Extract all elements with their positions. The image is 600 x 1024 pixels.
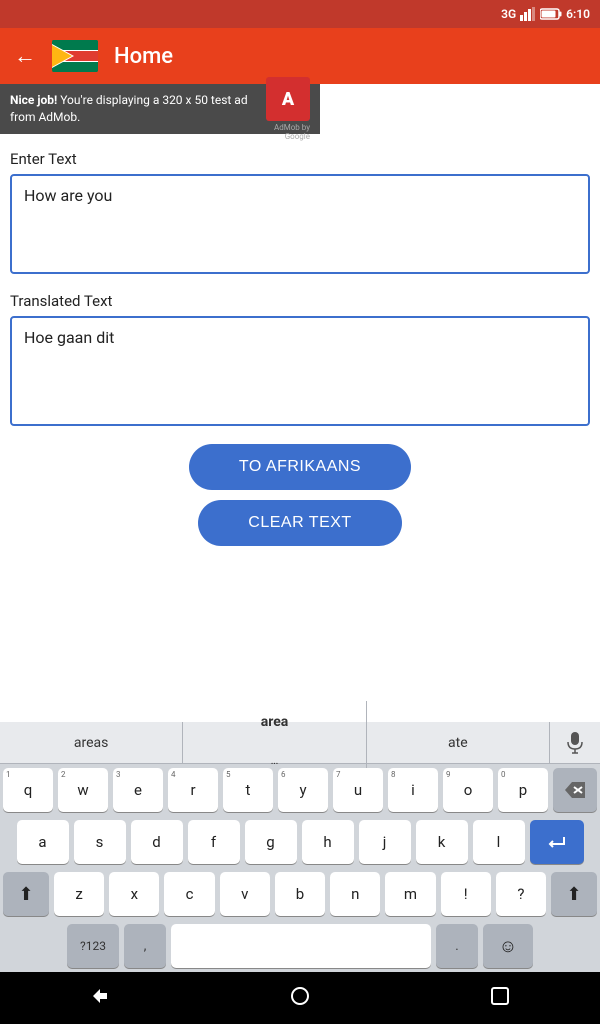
enter-key[interactable] [530, 820, 584, 864]
page-title: Home [114, 44, 173, 69]
ad-banner: Nice job! You're displaying a 320 x 50 t… [0, 84, 320, 134]
signal-indicator: 3G [501, 7, 516, 21]
key-d[interactable]: d [131, 820, 183, 864]
key-b[interactable]: b [275, 872, 325, 916]
recents-nav-icon [489, 985, 511, 1007]
key-f[interactable]: f [188, 820, 240, 864]
back-nav-icon [89, 985, 111, 1007]
key-question[interactable]: ? [496, 872, 546, 916]
key-a[interactable]: a [17, 820, 69, 864]
enter-icon [546, 834, 568, 850]
key-n[interactable]: n [330, 872, 380, 916]
key-u[interactable]: 7u [333, 768, 383, 812]
home-nav-icon [289, 985, 311, 1007]
suggestions-row: areas area ··· ate [0, 722, 600, 764]
time-display: 6:10 [566, 7, 590, 21]
key-i[interactable]: 8i [388, 768, 438, 812]
key-k[interactable]: k [416, 820, 468, 864]
enter-text-label: Enter Text [10, 150, 590, 168]
key-t[interactable]: 5t [223, 768, 273, 812]
key-h[interactable]: h [302, 820, 354, 864]
microphone-icon [566, 732, 584, 754]
shift-right-key[interactable]: ⬆ [551, 872, 597, 916]
flag-icon [52, 40, 98, 72]
keyboard-row-3: ⬆ z x c v b n m ! ? ⬆ [0, 868, 600, 920]
status-icons: 3G 6:10 [501, 7, 590, 21]
keyboard-row-1: 1q 2w 3e 4r 5t 6y 7u 8i 9o 0p [0, 764, 600, 816]
home-nav-button[interactable] [289, 985, 311, 1012]
suggestion-ate[interactable]: ate [367, 722, 550, 764]
status-bar: 3G 6:10 [0, 0, 600, 28]
enter-text-input[interactable]: How are you [10, 174, 590, 274]
key-q[interactable]: 1q [3, 768, 53, 812]
ad-text: Nice job! You're displaying a 320 x 50 t… [10, 92, 259, 126]
period-key[interactable]: . [436, 924, 478, 968]
admob-logo: A [266, 77, 310, 121]
key-m[interactable]: m [385, 872, 435, 916]
key-x[interactable]: x [109, 872, 159, 916]
key-z[interactable]: z [54, 872, 104, 916]
key-j[interactable]: j [359, 820, 411, 864]
keyboard-row-4: ?123 , . ☺ [0, 920, 600, 972]
key-c[interactable]: c [164, 872, 214, 916]
key-v[interactable]: v [220, 872, 270, 916]
comma-key[interactable]: , [124, 924, 166, 968]
shift-left-key[interactable]: ⬆ [3, 872, 49, 916]
numbers-key[interactable]: ?123 [67, 924, 119, 968]
backspace-icon [565, 782, 585, 798]
signal-bars-icon [520, 7, 536, 21]
key-r[interactable]: 4r [168, 768, 218, 812]
to-afrikaans-button[interactable]: TO AFRIKAANS [189, 444, 411, 490]
key-w[interactable]: 2w [58, 768, 108, 812]
mic-button[interactable] [550, 722, 600, 764]
key-y[interactable]: 6y [278, 768, 328, 812]
ad-by-text: AdMob by Google [259, 123, 310, 141]
suggestion-areas[interactable]: areas [0, 722, 183, 764]
back-button[interactable]: ← [14, 43, 36, 69]
key-l[interactable]: l [473, 820, 525, 864]
battery-icon [540, 8, 562, 20]
translated-text-output[interactable]: Hoe gaan dit [10, 316, 590, 426]
bottom-nav [0, 972, 600, 1024]
key-p[interactable]: 0p [498, 768, 548, 812]
key-o[interactable]: 9o [443, 768, 493, 812]
keyboard: areas area ··· ate 1q 2w 3e 4r 5t 6y 7u … [0, 722, 600, 972]
recents-nav-button[interactable] [489, 985, 511, 1012]
action-buttons: TO AFRIKAANS CLEAR TEXT [10, 444, 590, 556]
nav-bar: ← Home [0, 28, 600, 84]
key-g[interactable]: g [245, 820, 297, 864]
back-nav-button[interactable] [89, 985, 111, 1012]
translated-text-label: Translated Text [10, 292, 590, 310]
keyboard-row-2: a s d f g h j k l [0, 816, 600, 868]
backspace-key[interactable] [553, 768, 597, 812]
key-exclaim[interactable]: ! [441, 872, 491, 916]
key-e[interactable]: 3e [113, 768, 163, 812]
clear-text-button[interactable]: CLEAR TEXT [198, 500, 401, 546]
emoji-key[interactable]: ☺ [483, 924, 533, 968]
main-content: Enter Text How are you Translated Text H… [0, 134, 600, 564]
key-s[interactable]: s [74, 820, 126, 864]
space-key[interactable] [171, 924, 431, 968]
